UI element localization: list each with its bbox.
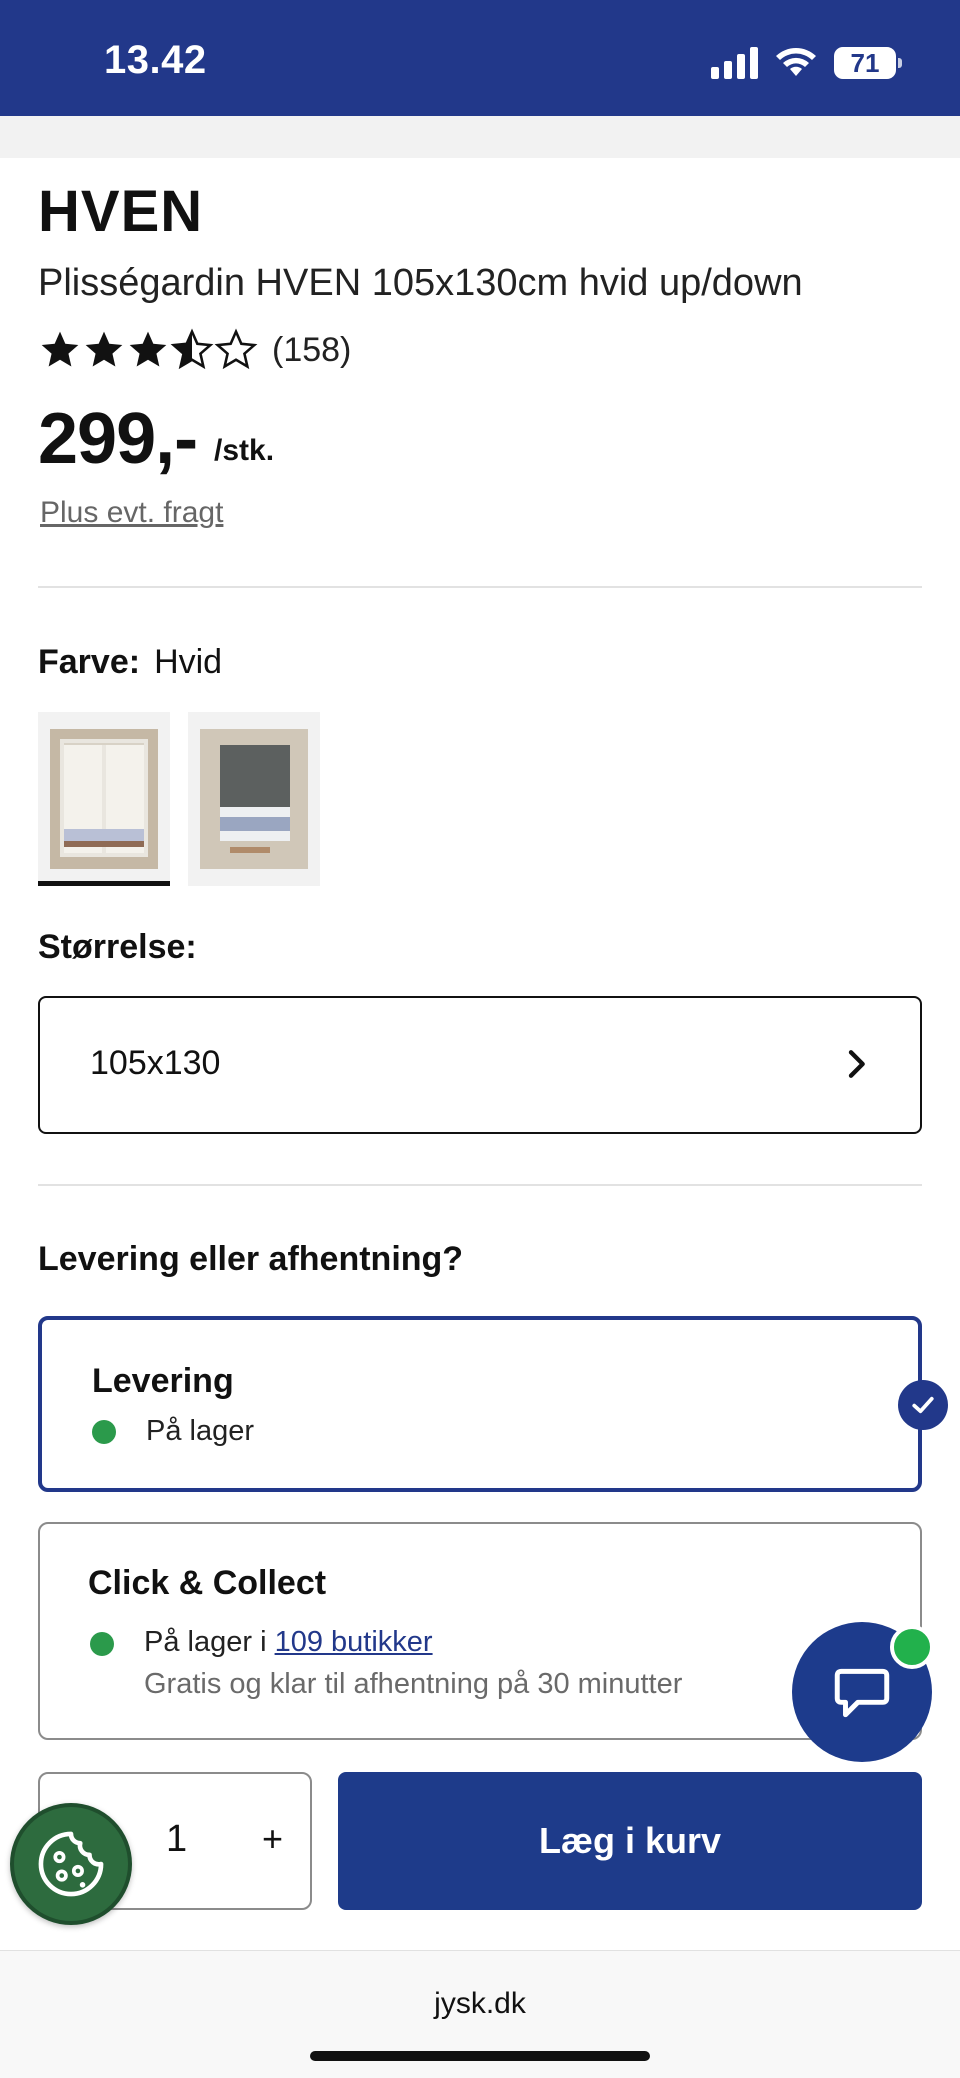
home-indicator[interactable] (310, 2051, 650, 2061)
product-price: 299,- (38, 399, 198, 479)
status-icons: 71 (711, 46, 902, 80)
chat-bubble-icon (834, 1668, 890, 1718)
option-status: På lager (146, 1415, 255, 1447)
option-title: Click & Collect (88, 1564, 327, 1602)
freight-link[interactable]: Plus evt. fragt (40, 496, 223, 530)
option-title: Levering (92, 1362, 234, 1400)
size-label: Størrelse: (38, 928, 197, 966)
star-full-icon (85, 331, 123, 367)
star-full-icon (129, 331, 167, 367)
selected-check-icon (898, 1380, 948, 1430)
color-label: Farve: (38, 643, 141, 681)
cookie-settings-button[interactable] (10, 1803, 132, 1925)
status-bar: 13.42 71 (0, 0, 960, 116)
stores-link[interactable]: 109 butikker (275, 1626, 433, 1658)
star-full-icon (41, 331, 79, 367)
wifi-icon (776, 48, 816, 76)
product-rating[interactable]: (158) (38, 328, 351, 372)
signal-icon (711, 47, 758, 79)
header-spacer (0, 116, 960, 158)
divider (38, 586, 922, 588)
product-brand: HVEN (38, 179, 204, 244)
delivery-option-click-collect[interactable]: Click & Collect På lager i 109 butikker … (38, 1522, 922, 1740)
battery-icon: 71 (834, 47, 902, 79)
delivery-title: Levering eller afhentning? (38, 1240, 464, 1278)
swatch-white-image (50, 729, 158, 869)
cookie-icon (38, 1831, 104, 1897)
delivery-option-levering[interactable]: Levering På lager (38, 1316, 922, 1492)
size-select[interactable]: 105x130 (38, 996, 922, 1134)
rating-count: (158) (272, 330, 352, 369)
quantity-increase-button[interactable]: + (262, 1818, 283, 1860)
swatch-grey-image (200, 729, 308, 869)
option-subtext: Gratis og klar til afhentning på 30 minu… (144, 1668, 683, 1700)
size-value: 105x130 (90, 1044, 221, 1082)
status-time: 13.42 (104, 38, 207, 82)
divider (38, 1184, 922, 1186)
swatch-white[interactable] (38, 712, 170, 886)
quantity-value[interactable]: 1 (166, 1818, 187, 1861)
price-unit: /stk. (214, 434, 275, 467)
browser-bottom-bar: jysk.dk (0, 1950, 960, 2078)
star-empty-icon (214, 328, 258, 370)
in-stock-dot-icon (90, 1632, 114, 1656)
swatch-selected-indicator (38, 881, 170, 886)
in-stock-dot-icon (92, 1420, 116, 1444)
chevron-right-icon (848, 1050, 865, 1078)
add-to-cart-button[interactable]: Læg i kurv (338, 1772, 922, 1910)
color-row: Farve: Hvid (38, 643, 222, 682)
option-status: På lager i 109 butikker (144, 1626, 433, 1659)
swatch-grey[interactable] (188, 712, 320, 886)
option-status-prefix: På lager i (144, 1626, 275, 1658)
browser-url[interactable]: jysk.dk (0, 1987, 960, 2021)
color-value: Hvid (154, 643, 223, 681)
product-name: Plisségardin HVEN 105x130cm hvid up/down (38, 262, 803, 304)
star-half-icon (170, 328, 214, 370)
chat-online-indicator (890, 1625, 934, 1669)
